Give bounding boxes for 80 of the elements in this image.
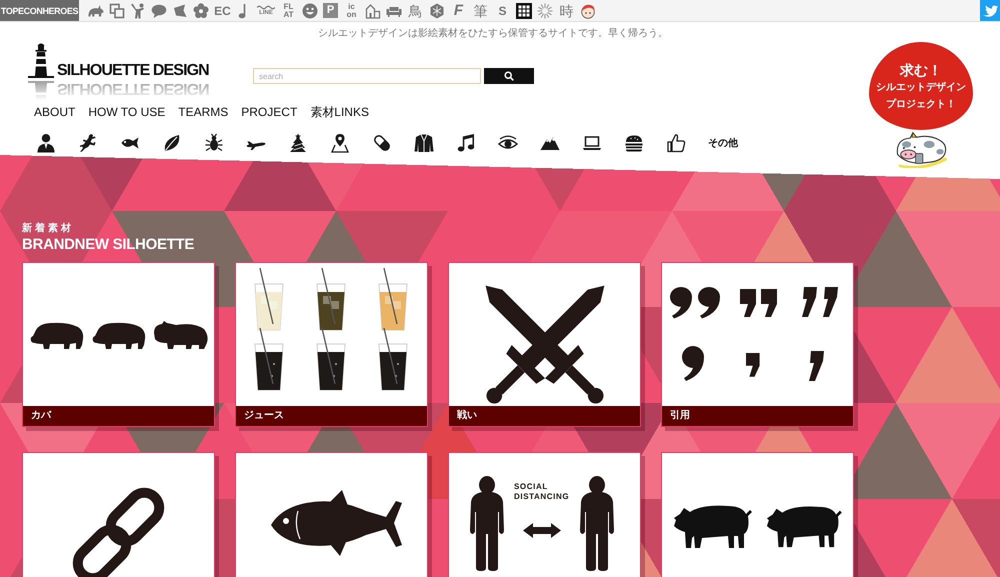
flower-icon[interactable]: [193, 2, 209, 18]
quote-mark-silhouette: [802, 287, 817, 317]
burst-icon[interactable]: [537, 2, 553, 18]
nav-link[interactable]: 素材LINKS: [310, 105, 369, 119]
search-icon: [504, 71, 514, 81]
quote-mark-silhouette: [670, 287, 692, 318]
arrow-shape-icon[interactable]: [172, 2, 188, 18]
material-card[interactable]: [22, 452, 215, 577]
quote-mark-silhouette: [761, 289, 777, 317]
thumbs-up-icon[interactable]: [666, 132, 686, 152]
juice-glass: [378, 268, 408, 330]
lighthouse-icon: [28, 42, 54, 80]
hippo-silhouette: [30, 322, 84, 349]
nav-link[interactable]: HOW TO USE: [88, 105, 166, 119]
rhino-icon[interactable]: [88, 2, 104, 18]
quote-mark-silhouette: [682, 346, 704, 381]
site-link[interactable]: 時: [558, 4, 575, 18]
speech-bubble-icon[interactable]: [151, 2, 167, 18]
bug-icon[interactable]: [204, 132, 224, 152]
quote-mark-silhouette: [698, 287, 720, 318]
card-caption: 引用: [662, 406, 853, 426]
material-card[interactable]: カバ: [22, 262, 215, 427]
bird-icon[interactable]: [980, 0, 1000, 21]
material-card[interactable]: [235, 452, 428, 577]
juice-glass: [316, 268, 346, 330]
juice-glass: [378, 328, 408, 390]
search-button[interactable]: [484, 68, 534, 84]
wave-icon: [257, 4, 275, 10]
buildings-icon[interactable]: [365, 2, 381, 18]
material-card[interactable]: 引用: [661, 262, 854, 427]
illustration-text: SOCIAL DISTANCING: [514, 482, 570, 501]
person-icon[interactable]: [36, 132, 56, 152]
site-link[interactable]: P: [323, 3, 338, 18]
double-arrow-icon: [523, 523, 561, 538]
card-caption: ジュース: [236, 406, 427, 426]
juice-glass: [316, 328, 346, 390]
site-link[interactable]: ic on: [343, 3, 360, 18]
more-link[interactable]: その他: [708, 136, 738, 150]
map-pin-icon[interactable]: [330, 132, 350, 152]
squares-icon[interactable]: [109, 2, 125, 18]
christmas-tree-icon[interactable]: [288, 132, 308, 152]
quote-mark-silhouette: [740, 289, 756, 317]
material-card[interactable]: 戦い: [448, 262, 641, 427]
lizard-icon[interactable]: [78, 132, 98, 152]
hippo-silhouette: [92, 322, 146, 349]
site-link[interactable]: 筆: [472, 4, 489, 18]
hippo-silhouette: [154, 321, 208, 349]
hexagon-icon[interactable]: [429, 2, 445, 18]
card-caption: 戦い: [449, 406, 640, 426]
site-link[interactable]: 鳥: [407, 4, 424, 18]
section-subtitle: 新着素材: [22, 223, 74, 235]
search-field[interactable]: search: [253, 68, 481, 84]
material-card[interactable]: [661, 452, 854, 577]
project-badge[interactable]: 求む！ シルエットデザイン プロジェクト！: [869, 42, 973, 130]
site-link[interactable]: FL AT: [280, 3, 297, 18]
site-link[interactable]: S: [494, 4, 511, 18]
quote-mark-silhouette: [823, 287, 838, 317]
card-caption: カバ: [23, 406, 214, 426]
quote-mark-silhouette: [746, 353, 760, 377]
music-notes-icon[interactable]: [456, 132, 476, 152]
jacket-icon[interactable]: [414, 132, 434, 152]
site-link[interactable]: F: [450, 4, 467, 18]
grid-icon[interactable]: [516, 2, 532, 18]
nav-link[interactable]: PROJECT: [241, 105, 298, 119]
site-logo[interactable]: SILHOUETTE DESIGN: [28, 40, 209, 97]
burger-icon[interactable]: [624, 132, 644, 152]
quote-mark-silhouette: [809, 351, 824, 381]
nav-link[interactable]: ABOUT: [34, 105, 76, 119]
cheering-person-icon[interactable]: [130, 2, 146, 18]
material-card[interactable]: SOCIAL DISTANCING: [448, 452, 641, 577]
leaf-icon[interactable]: [162, 132, 182, 152]
nav-link[interactable]: TEARMS: [178, 105, 228, 119]
juice-glass: [254, 328, 284, 390]
juice-glass: [254, 268, 284, 330]
smiley-icon[interactable]: [302, 2, 318, 18]
cartoon-face-icon[interactable]: [580, 2, 596, 18]
tagline: シルエットデザインは影絵素材をひたすら保管するサイトです。早く帰ろう。: [317, 26, 669, 40]
material-card[interactable]: ジュース: [235, 262, 428, 427]
site-link[interactable]: EC: [214, 4, 231, 18]
network-label[interactable]: TOPECONHEROES: [0, 0, 79, 21]
